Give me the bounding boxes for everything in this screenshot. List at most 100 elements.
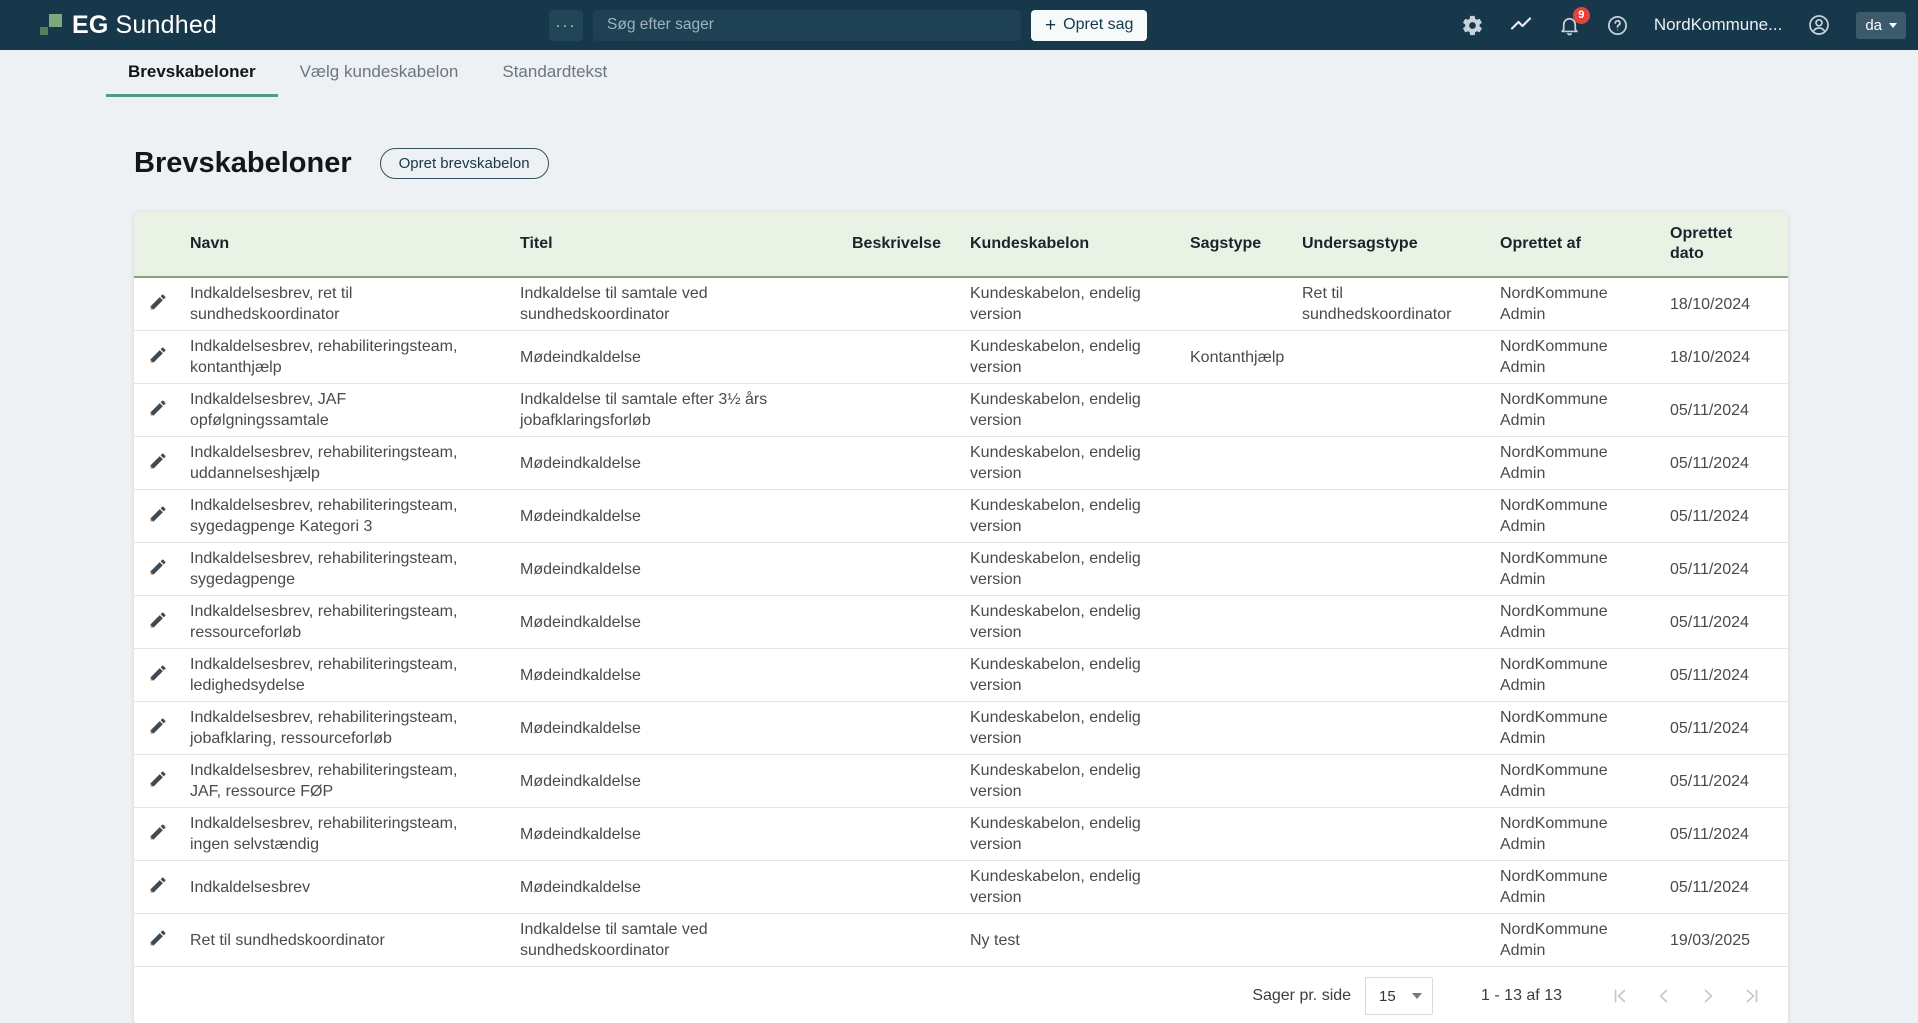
notifications-button[interactable]: 9 — [1558, 14, 1581, 37]
table-row: Indkaldelsesbrev Mødeindkaldelse Kundesk… — [134, 861, 1788, 914]
column-header-titel: Titel — [512, 212, 844, 277]
user-icon — [1807, 13, 1831, 37]
last-page-icon — [1742, 994, 1762, 1009]
last-page-button[interactable] — [1742, 986, 1762, 1006]
cell-titel: Mødeindkaldelse — [512, 543, 844, 596]
cell-sagstype — [1182, 649, 1294, 702]
tenant-name[interactable]: NordKommune... — [1654, 15, 1783, 35]
tab-vaelg-kundeskabelon[interactable]: Vælg kundeskabelon — [278, 50, 481, 97]
next-page-icon — [1698, 994, 1718, 1009]
table-row: Indkaldelsesbrev, JAF opfølgningssamtale… — [134, 384, 1788, 437]
cell-navn: Indkaldelsesbrev, rehabiliteringsteam, u… — [182, 437, 512, 490]
cell-navn: Indkaldelsesbrev, rehabiliteringsteam, k… — [182, 331, 512, 384]
cell-titel: Mødeindkaldelse — [512, 437, 844, 490]
cell-kundeskabelon: Kundeskabelon, endelig version — [962, 384, 1182, 437]
cell-navn: Indkaldelsesbrev, rehabiliteringsteam, r… — [182, 596, 512, 649]
edit-row-button[interactable] — [146, 714, 170, 738]
chevron-down-icon — [1412, 993, 1422, 999]
previous-page-button[interactable] — [1654, 986, 1674, 1006]
edit-row-button[interactable] — [146, 396, 170, 420]
per-page-select[interactable]: 15 — [1365, 977, 1433, 1015]
cell-kundeskabelon: Kundeskabelon, endelig version — [962, 808, 1182, 861]
cell-sagstype — [1182, 384, 1294, 437]
templates-table-card: Navn Titel Beskrivelse Kundeskabelon Sag… — [134, 212, 1788, 1023]
cell-undersagstype — [1294, 437, 1492, 490]
table-row: Indkaldelsesbrev, rehabiliteringsteam, r… — [134, 596, 1788, 649]
cell-undersagstype — [1294, 702, 1492, 755]
edit-row-button[interactable] — [146, 502, 170, 526]
edit-row-button[interactable] — [146, 449, 170, 473]
cell-titel: Mødeindkaldelse — [512, 755, 844, 808]
edit-row-button[interactable] — [146, 926, 170, 950]
table-row: Indkaldelsesbrev, rehabiliteringsteam, J… — [134, 755, 1788, 808]
table-row: Indkaldelsesbrev, rehabiliteringsteam, k… — [134, 331, 1788, 384]
edit-row-button[interactable] — [146, 820, 170, 844]
cell-oprettet-dato: 05/11/2024 — [1662, 596, 1788, 649]
table-row: Indkaldelsesbrev, rehabiliteringsteam, s… — [134, 543, 1788, 596]
cell-titel: Mødeindkaldelse — [512, 331, 844, 384]
edit-row-button[interactable] — [146, 873, 170, 897]
cell-oprettet-dato: 05/11/2024 — [1662, 490, 1788, 543]
cell-titel: Indkaldelse til samtale ved sundhedskoor… — [512, 914, 844, 967]
tab-standardtekst[interactable]: Standardtekst — [480, 50, 629, 97]
activity-button[interactable] — [1509, 13, 1533, 37]
cell-oprettet-af: NordKommune Admin — [1492, 808, 1662, 861]
help-button[interactable] — [1606, 14, 1629, 37]
table-row: Indkaldelsesbrev, rehabiliteringsteam, j… — [134, 702, 1788, 755]
cell-sagstype — [1182, 861, 1294, 914]
cell-kundeskabelon: Kundeskabelon, endelig version — [962, 755, 1182, 808]
edit-row-button[interactable] — [146, 767, 170, 791]
cell-titel: Indkaldelse til samtale ved sundhedskoor… — [512, 277, 844, 331]
cell-undersagstype — [1294, 543, 1492, 596]
next-page-button[interactable] — [1698, 986, 1718, 1006]
pencil-edit-icon — [148, 618, 168, 633]
column-header-oprettet-dato: Oprettet dato — [1662, 212, 1788, 277]
cell-beskrivelse — [844, 331, 962, 384]
first-page-button[interactable] — [1610, 986, 1630, 1006]
edit-row-button[interactable] — [146, 608, 170, 632]
cell-undersagstype — [1294, 331, 1492, 384]
cell-undersagstype — [1294, 384, 1492, 437]
tab-brevskabeloner[interactable]: Brevskabeloner — [106, 50, 278, 97]
edit-row-button[interactable] — [146, 343, 170, 367]
edit-row-button[interactable] — [146, 555, 170, 579]
main-content: Brevskabeloner Opret brevskabelon Navn T… — [0, 97, 1918, 1023]
user-menu-button[interactable] — [1807, 13, 1831, 37]
cell-navn: Indkaldelsesbrev, rehabiliteringsteam, i… — [182, 808, 512, 861]
settings-button[interactable] — [1461, 14, 1484, 37]
page-title: Brevskabeloner — [134, 147, 352, 180]
previous-page-icon — [1654, 994, 1674, 1009]
eg-logo-icon — [40, 14, 62, 36]
create-case-button[interactable]: + Opret sag — [1031, 10, 1147, 41]
cell-oprettet-af: NordKommune Admin — [1492, 437, 1662, 490]
language-selector[interactable]: da — [1856, 12, 1906, 39]
table-row: Ret til sundhedskoordinator Indkaldelse … — [134, 914, 1788, 967]
pencil-edit-icon — [148, 936, 168, 951]
cell-undersagstype — [1294, 755, 1492, 808]
notification-badge: 9 — [1573, 7, 1590, 24]
cell-undersagstype — [1294, 649, 1492, 702]
cell-oprettet-af: NordKommune Admin — [1492, 331, 1662, 384]
cell-beskrivelse — [844, 277, 962, 331]
more-options-button[interactable]: ··· — [549, 10, 583, 41]
cell-oprettet-dato: 18/10/2024 — [1662, 331, 1788, 384]
cell-oprettet-af: NordKommune Admin — [1492, 596, 1662, 649]
cell-sagstype — [1182, 755, 1294, 808]
cell-kundeskabelon: Ny test — [962, 914, 1182, 967]
cell-kundeskabelon: Kundeskabelon, endelig version — [962, 543, 1182, 596]
cell-oprettet-dato: 19/03/2025 — [1662, 914, 1788, 967]
cell-kundeskabelon: Kundeskabelon, endelig version — [962, 702, 1182, 755]
cell-titel: Mødeindkaldelse — [512, 649, 844, 702]
edit-row-button[interactable] — [146, 661, 170, 685]
cell-beskrivelse — [844, 808, 962, 861]
cell-kundeskabelon: Kundeskabelon, endelig version — [962, 437, 1182, 490]
search-input[interactable] — [593, 10, 1021, 41]
cell-titel: Indkaldelse til samtale efter 3½ års job… — [512, 384, 844, 437]
cell-navn: Indkaldelsesbrev, rehabiliteringsteam, J… — [182, 755, 512, 808]
cell-sagstype — [1182, 808, 1294, 861]
pencil-edit-icon — [148, 459, 168, 474]
edit-row-button[interactable] — [146, 290, 170, 314]
column-header-kundeskabelon: Kundeskabelon — [962, 212, 1182, 277]
create-template-button[interactable]: Opret brevskabelon — [380, 148, 549, 179]
cell-navn: Indkaldelsesbrev, ret til sundhedskoordi… — [182, 277, 512, 331]
